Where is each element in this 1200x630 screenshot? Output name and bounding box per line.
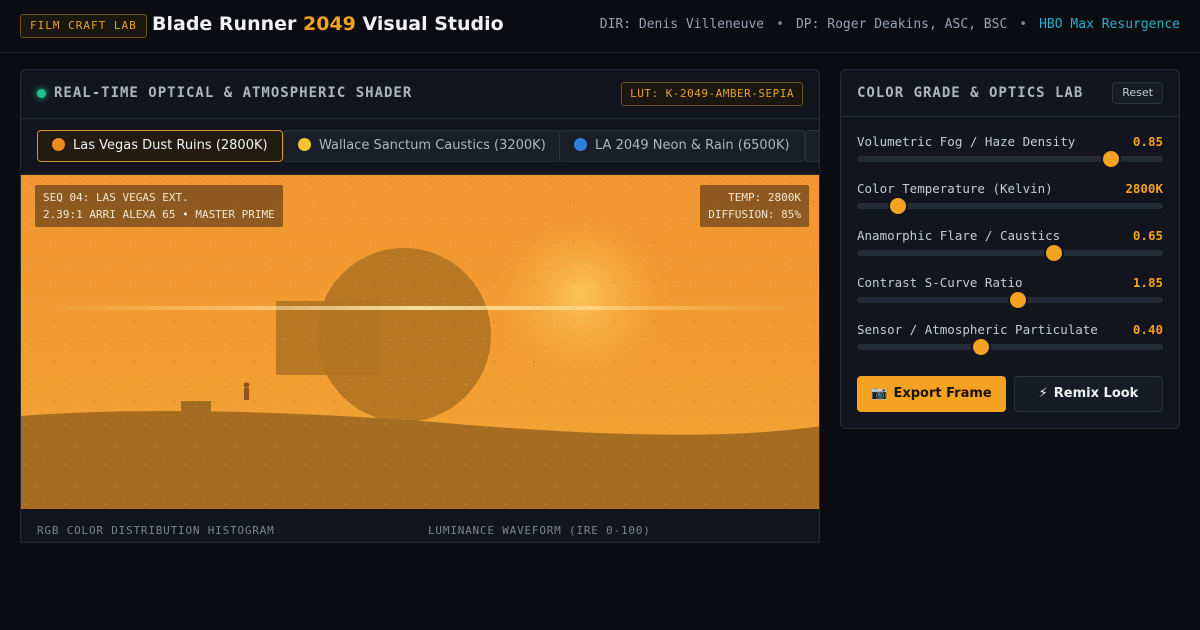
tab-la-2049[interactable]: LA 2049 Neon & Rain (6500K) (559, 130, 805, 162)
color-grade-panel: COLOR GRADE & OPTICS LAB Reset Volumetri… (840, 69, 1180, 429)
waveform-title: LUMINANCE WAVEFORM (IRE 0-100) (428, 524, 651, 537)
tab-overflow[interactable] (805, 130, 819, 162)
render-viewport[interactable]: SEQ 04: LAS VEGAS EXT. 2.39:1 ARRI ALEXA… (21, 175, 819, 509)
slider-thumb[interactable] (890, 198, 907, 214)
histogram-title: RGB COLOR DISTRIBUTION HISTOGRAM (37, 524, 275, 537)
slider-thumb[interactable] (972, 339, 989, 355)
slider-value: 1.85 (1132, 275, 1163, 290)
slider-label: Anamorphic Flare / Caustics (857, 228, 1061, 243)
shader-panel: REAL-TIME OPTICAL & ATMOSPHERIC SHADER L… (20, 69, 820, 543)
slider-value: 0.85 (1132, 134, 1163, 149)
slider-track[interactable] (857, 344, 1163, 350)
tab-wallace-sanctum[interactable]: Wallace Sanctum Caustics (3200K) (283, 130, 561, 162)
lut-badge: LUT: K-2049-AMBER-SEPIA (621, 82, 803, 106)
tab-label: Wallace Sanctum Caustics (3200K) (319, 138, 546, 153)
slider-value: 2800K (1125, 181, 1163, 196)
diffusion-readout: DIFFUSION: 85% (708, 208, 801, 221)
blue-circle-icon (574, 138, 587, 151)
tab-label: LA 2049 Neon & Rain (6500K) (595, 138, 790, 153)
slider-value: 0.40 (1132, 322, 1163, 337)
camera-label: 2.39:1 ARRI ALEXA 65 • MASTER PRIME (43, 208, 275, 221)
scene-tabs: Las Vegas Dust Ruins (2800K) Wallace San… (21, 119, 819, 175)
color-temperature-slider[interactable]: Color Temperature (Kelvin) 2800K (857, 181, 1163, 221)
fog-density-slider[interactable]: Volumetric Fog / Haze Density 0.85 (857, 134, 1163, 174)
slider-track[interactable] (857, 250, 1163, 256)
contrast-curve-slider[interactable]: Contrast S-Curve Ratio 1.85 (857, 275, 1163, 315)
platform-link[interactable]: HBO Max Resurgence (1039, 17, 1180, 32)
slider-thumb[interactable] (1102, 151, 1119, 167)
tab-label: Las Vegas Dust Ruins (2800K) (73, 138, 268, 153)
app-header: FILM CRAFT LAB Blade Runner 2049 Visual … (0, 0, 1200, 53)
dp-credit: DP: Roger Deakins, ASC, BSC (795, 17, 1008, 32)
camera-icon: 📷 (871, 386, 888, 401)
sequence-label: SEQ 04: LAS VEGAS EXT. (43, 191, 189, 204)
scopes-bar: RGB COLOR DISTRIBUTION HISTOGRAM LUMINAN… (21, 509, 819, 542)
shader-header: REAL-TIME OPTICAL & ATMOSPHERIC SHADER L… (21, 70, 819, 119)
grade-header: COLOR GRADE & OPTICS LAB Reset (841, 70, 1179, 117)
particulate-slider[interactable]: Sensor / Atmospheric Particulate 0.40 (857, 322, 1163, 362)
title-year: 2049 (303, 13, 356, 35)
optics-overlay: TEMP: 2800K DIFFUSION: 85% (700, 185, 809, 227)
title-film: Blade Runner (152, 13, 297, 35)
remix-look-button[interactable]: ⚡ Remix Look (1014, 376, 1163, 412)
remix-label: Remix Look (1053, 386, 1139, 401)
reset-button[interactable]: Reset (1112, 82, 1163, 104)
slider-thumb[interactable] (1046, 245, 1063, 261)
orange-circle-icon (52, 138, 65, 151)
slider-thumb[interactable] (1009, 292, 1026, 308)
slider-label: Volumetric Fog / Haze Density (857, 134, 1076, 149)
slider-label: Color Temperature (Kelvin) (857, 181, 1053, 196)
grade-title: COLOR GRADE & OPTICS LAB (857, 85, 1084, 101)
temperature-readout: TEMP: 2800K (728, 191, 801, 204)
shader-title: REAL-TIME OPTICAL & ATMOSPHERIC SHADER (54, 85, 413, 101)
live-indicator-icon (37, 89, 46, 98)
shot-info-overlay: SEQ 04: LAS VEGAS EXT. 2.39:1 ARRI ALEXA… (35, 185, 283, 227)
slider-label: Sensor / Atmospheric Particulate (857, 322, 1098, 337)
slider-value: 0.65 (1132, 228, 1163, 243)
anamorphic-flare-slider[interactable]: Anamorphic Flare / Caustics 0.65 (857, 228, 1163, 268)
director-credit: DIR: Denis Villeneuve (599, 17, 765, 32)
page-title: Blade Runner 2049 Visual Studio (152, 13, 504, 35)
slider-label: Contrast S-Curve Ratio (857, 275, 1023, 290)
yellow-circle-icon (298, 138, 311, 151)
brand-badge: FILM CRAFT LAB (20, 14, 147, 38)
tab-las-vegas[interactable]: Las Vegas Dust Ruins (2800K) (37, 130, 283, 162)
export-frame-button[interactable]: 📷 Export Frame (857, 376, 1006, 412)
credits: DIR: Denis Villeneuve • DP: Roger Deakins,… (599, 17, 1180, 32)
title-suffix: Visual Studio (362, 13, 504, 35)
export-label: Export Frame (893, 386, 992, 401)
lightning-icon: ⚡ (1038, 386, 1048, 401)
